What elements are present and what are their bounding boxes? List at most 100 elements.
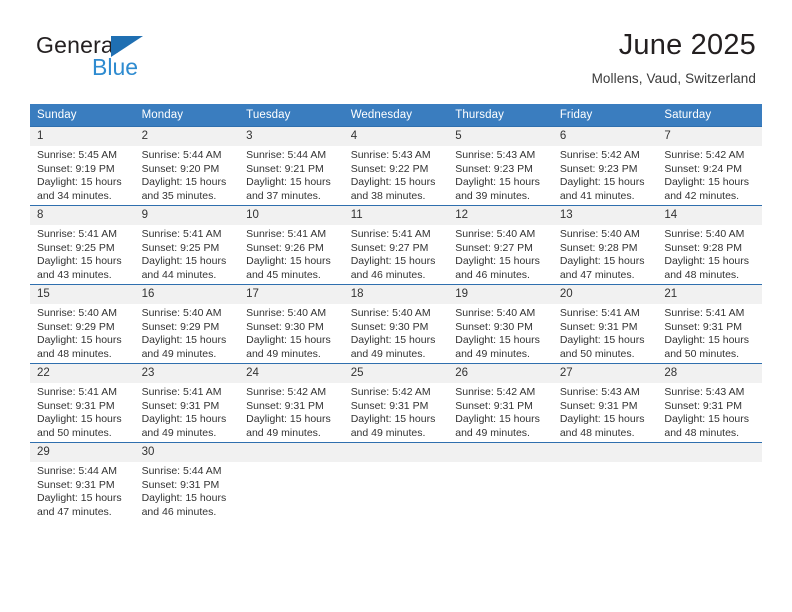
sunset-text: Sunset: 9:31 PM: [664, 320, 743, 333]
sunrise-text: Sunrise: 5:40 AM: [664, 228, 745, 240]
daylight-text: and 49 minutes.: [246, 347, 321, 360]
sunset-text: Sunset: 9:26 PM: [246, 241, 324, 254]
daylight-text: and 47 minutes.: [37, 505, 112, 518]
daylight-text: and 34 minutes.: [37, 189, 112, 202]
month-calendar-table: Sunday Monday Tuesday Wednesday Thursday Frid…: [30, 104, 762, 521]
daylight-text: and 45 minutes.: [246, 268, 321, 281]
calendar-day-cell-empty: [657, 442, 762, 521]
day-sun-info: Sunrise: 5:40 AM Sunset: 9:30 PM Daylight:…: [448, 304, 553, 361]
sunset-text: Sunset: 9:21 PM: [246, 162, 324, 175]
day-sun-info: Sunrise: 5:40 AM Sunset: 9:30 PM Daylight:…: [239, 304, 344, 361]
calendar-day-cell[interactable]: 29 Sunrise: 5:44 AM Sunset: 9:31 PM Dayligh…: [30, 442, 135, 521]
calendar-day-cell[interactable]: 27 Sunrise: 5:43 AM Sunset: 9:31 PM Dayligh…: [552, 363, 658, 443]
sunrise-text: Sunrise: 5:40 AM: [246, 307, 327, 319]
calendar-day-cell[interactable]: 30 Sunrise: 5:44 AM Sunset: 9:31 PM Dayligh…: [134, 442, 240, 521]
calendar-day-cell[interactable]: 26 Sunrise: 5:42 AM Sunset: 9:31 PM Dayligh…: [448, 363, 553, 443]
day-number: 18: [343, 285, 449, 304]
day-number: 23: [134, 364, 240, 383]
calendar-day-cell[interactable]: 1 Sunrise: 5:45 AM Sunset: 9:19 PM Daylight…: [30, 126, 135, 206]
calendar-day-cell[interactable]: 13 Sunrise: 5:40 AM Sunset: 9:28 PM Dayligh…: [552, 205, 658, 285]
day-number: 4: [343, 127, 449, 146]
calendar-day-cell[interactable]: 9 Sunrise: 5:41 AM Sunset: 9:25 PM Daylight…: [134, 205, 240, 285]
day-sun-info: Sunrise: 5:40 AM Sunset: 9:27 PM Daylight:…: [448, 225, 553, 282]
calendar-day-cell[interactable]: 21 Sunrise: 5:41 AM Sunset: 9:31 PM Dayligh…: [657, 284, 762, 364]
sunrise-text: Sunrise: 5:40 AM: [37, 307, 117, 319]
calendar-day-cell[interactable]: 7 Sunrise: 5:42 AM Sunset: 9:24 PM Daylight…: [657, 126, 762, 206]
logo-text-blue: Blue: [92, 54, 139, 80]
day-number: [343, 443, 449, 462]
day-number: 13: [552, 206, 658, 225]
daylight-text: and 48 minutes.: [664, 268, 740, 281]
general-blue-logo[interactable]: General Blue: [36, 34, 226, 90]
daylight-text: and 35 minutes.: [141, 189, 217, 202]
daylight-text: and 43 minutes.: [37, 268, 112, 281]
daylight-text: and 50 minutes.: [37, 426, 112, 439]
calendar-day-cell[interactable]: 4 Sunrise: 5:43 AM Sunset: 9:22 PM Daylight…: [343, 126, 449, 206]
day-number: 28: [657, 364, 762, 383]
day-number: 5: [448, 127, 553, 146]
day-sun-info: Sunrise: 5:40 AM Sunset: 9:28 PM Daylight:…: [657, 225, 762, 282]
daylight-text: and 44 minutes.: [141, 268, 217, 281]
day-sun-info: Sunrise: 5:44 AM Sunset: 9:21 PM Daylight:…: [239, 146, 344, 203]
sunrise-text: Sunrise: 5:43 AM: [664, 386, 745, 398]
sunset-text: Sunset: 9:31 PM: [246, 399, 324, 412]
day-number: 21: [657, 285, 762, 304]
day-number: 16: [134, 285, 240, 304]
calendar-day-cell[interactable]: 2 Sunrise: 5:44 AM Sunset: 9:20 PM Daylight…: [134, 126, 240, 206]
calendar-day-cell[interactable]: 5 Sunrise: 5:43 AM Sunset: 9:23 PM Daylight…: [448, 126, 553, 206]
title-block: June 2025 Mollens, Vaud, Switzerland: [592, 29, 756, 86]
calendar-day-cell[interactable]: 11 Sunrise: 5:41 AM Sunset: 9:27 PM Dayligh…: [343, 205, 449, 285]
sunrise-text: Sunrise: 5:40 AM: [455, 307, 536, 319]
day-number: 30: [134, 443, 240, 462]
sunrise-text: Sunrise: 5:40 AM: [559, 228, 640, 240]
calendar-day-cell[interactable]: 19 Sunrise: 5:40 AM Sunset: 9:30 PM Dayligh…: [448, 284, 553, 364]
sunrise-text: Sunrise: 5:44 AM: [37, 465, 117, 477]
page-title: June 2025: [618, 29, 756, 61]
sunrise-text: Sunrise: 5:44 AM: [246, 149, 327, 161]
daylight-text: Daylight: 15 hours: [350, 176, 436, 189]
sunset-text: Sunset: 9:31 PM: [141, 478, 220, 491]
calendar-day-cell[interactable]: 12 Sunrise: 5:40 AM Sunset: 9:27 PM Dayligh…: [448, 205, 553, 285]
day-sun-info: Sunrise: 5:42 AM Sunset: 9:23 PM Daylight:…: [553, 146, 658, 203]
calendar-day-cell[interactable]: 16 Sunrise: 5:40 AM Sunset: 9:29 PM Dayligh…: [134, 284, 240, 364]
calendar-day-cell[interactable]: 15 Sunrise: 5:40 AM Sunset: 9:29 PM Dayligh…: [30, 284, 135, 364]
calendar-day-cell[interactable]: 24 Sunrise: 5:42 AM Sunset: 9:31 PM Dayligh…: [239, 363, 344, 443]
day-number: 9: [134, 206, 240, 225]
daylight-text: Daylight: 15 hours: [37, 334, 122, 347]
calendar-day-cell[interactable]: 18 Sunrise: 5:40 AM Sunset: 9:30 PM Dayligh…: [343, 284, 449, 364]
sunset-text: Sunset: 9:31 PM: [559, 399, 638, 412]
daylight-text: and 41 minutes.: [559, 189, 635, 202]
calendar-day-cell[interactable]: 10 Sunrise: 5:41 AM Sunset: 9:26 PM Dayligh…: [239, 205, 344, 285]
sunset-text: Sunset: 9:27 PM: [350, 241, 429, 254]
calendar-day-cell[interactable]: 23 Sunrise: 5:41 AM Sunset: 9:31 PM Dayligh…: [134, 363, 240, 443]
calendar-day-cell[interactable]: 3 Sunrise: 5:44 AM Sunset: 9:21 PM Daylight…: [239, 126, 344, 206]
calendar-day-cell[interactable]: 17 Sunrise: 5:40 AM Sunset: 9:30 PM Dayligh…: [239, 284, 344, 364]
daylight-text: Daylight: 15 hours: [559, 413, 645, 426]
day-sun-info: Sunrise: 5:44 AM Sunset: 9:31 PM Daylight:…: [135, 462, 240, 519]
calendar-day-cell[interactable]: 8 Sunrise: 5:41 AM Sunset: 9:25 PM Daylight…: [30, 205, 135, 285]
calendar-body: 1 Sunrise: 5:45 AM Sunset: 9:19 PM Daylight…: [30, 126, 762, 521]
sunset-text: Sunset: 9:29 PM: [37, 320, 115, 333]
sunrise-text: Sunrise: 5:40 AM: [455, 228, 536, 240]
day-number: 25: [343, 364, 449, 383]
calendar-head: Sunday Monday Tuesday Wednesday Thursday Frid…: [30, 104, 762, 127]
daylight-text: Daylight: 15 hours: [664, 176, 750, 189]
calendar-day-cell[interactable]: 6 Sunrise: 5:42 AM Sunset: 9:23 PM Daylight…: [552, 126, 658, 206]
daylight-text: Daylight: 15 hours: [350, 413, 436, 426]
sunset-text: Sunset: 9:23 PM: [455, 162, 533, 175]
calendar-day-cell[interactable]: 20 Sunrise: 5:41 AM Sunset: 9:31 PM Dayligh…: [552, 284, 658, 364]
calendar-day-cell-empty: [239, 442, 344, 521]
calendar-day-cell[interactable]: 22 Sunrise: 5:41 AM Sunset: 9:31 PM Dayligh…: [30, 363, 135, 443]
calendar-day-cell[interactable]: 14 Sunrise: 5:40 AM Sunset: 9:28 PM Dayligh…: [657, 205, 762, 285]
sunrise-text: Sunrise: 5:42 AM: [350, 386, 431, 398]
day-number: 2: [134, 127, 240, 146]
sunrise-text: Sunrise: 5:43 AM: [455, 149, 536, 161]
sunset-text: Sunset: 9:25 PM: [37, 241, 115, 254]
sunrise-text: Sunrise: 5:44 AM: [141, 465, 222, 477]
day-sun-info: Sunrise: 5:43 AM Sunset: 9:31 PM Daylight:…: [553, 383, 658, 440]
weekday-header-tuesday: Tuesday: [239, 104, 344, 127]
sunset-text: Sunset: 9:28 PM: [559, 241, 638, 254]
calendar-day-cell[interactable]: 28 Sunrise: 5:43 AM Sunset: 9:31 PM Dayligh…: [657, 363, 762, 443]
sunset-text: Sunset: 9:19 PM: [37, 162, 115, 175]
calendar-day-cell[interactable]: 25 Sunrise: 5:42 AM Sunset: 9:31 PM Dayligh…: [343, 363, 449, 443]
